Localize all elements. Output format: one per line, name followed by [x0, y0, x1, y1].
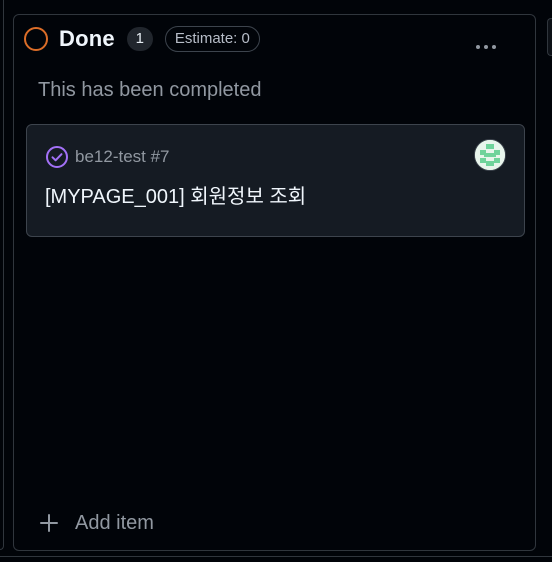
kebab-dot: [492, 45, 496, 49]
project-board-viewport: Done 1 Estimate: 0 This has been complet…: [0, 0, 552, 562]
issue-card[interactable]: be12-test #7 [MYPAGE_001] 회원정보 조회: [26, 124, 525, 237]
previous-column-edge: [0, 0, 4, 550]
add-item-button[interactable]: Add item: [38, 508, 154, 538]
next-column-edge: [547, 18, 552, 56]
kebab-dot: [484, 45, 488, 49]
column-menu-button[interactable]: [470, 34, 502, 60]
board-bottom-divider: [0, 556, 552, 557]
column-header: Done 1 Estimate: 0: [24, 24, 260, 54]
assignee-avatar[interactable]: [474, 139, 506, 171]
card-repo-link[interactable]: be12-test #7: [75, 147, 170, 167]
column-description: This has been completed: [38, 79, 262, 101]
avatar-image: [475, 140, 505, 170]
card-title[interactable]: [MYPAGE_001] 회원정보 조회: [45, 180, 306, 209]
plus-icon: [40, 514, 58, 532]
item-count-badge: 1: [126, 27, 153, 51]
column-title: Done: [59, 26, 115, 51]
kebab-horizontal-icon: [476, 45, 480, 49]
status-circle-icon: [24, 27, 48, 51]
issue-closed-icon: [46, 146, 68, 168]
estimate-badge: Estimate: 0: [164, 26, 260, 52]
card-meta: be12-test #7: [45, 145, 170, 169]
add-item-label: Add item: [75, 511, 154, 534]
